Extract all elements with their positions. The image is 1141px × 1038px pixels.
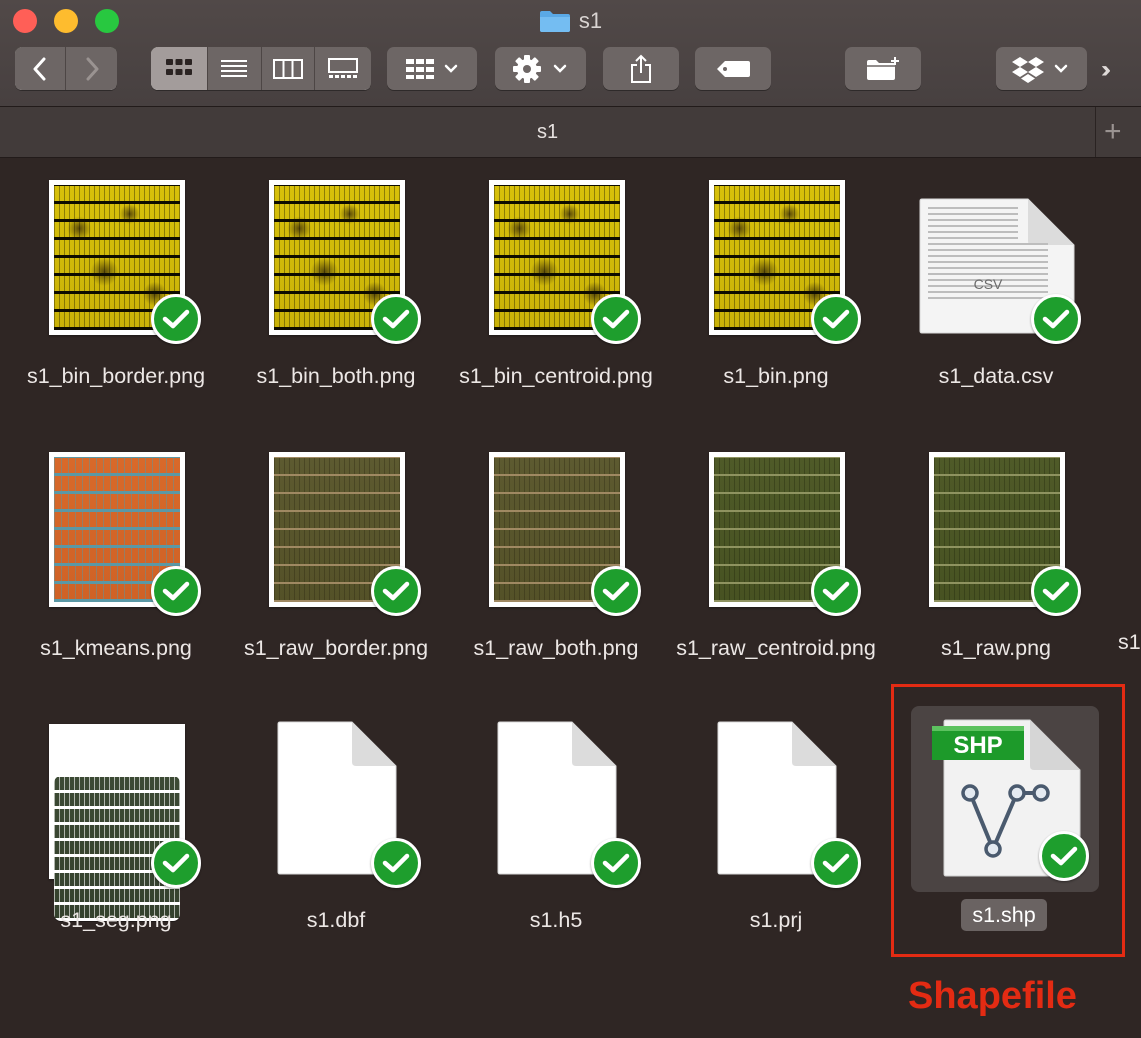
new-folder-icon <box>867 56 899 80</box>
file-item[interactable]: s1_kmeans.png <box>6 452 226 712</box>
sync-check-icon <box>371 838 421 888</box>
annotation-label: Shapefile <box>908 975 1077 1017</box>
file-item[interactable]: s1.h5 <box>446 721 666 984</box>
action-button[interactable] <box>495 47 586 90</box>
sync-check-icon <box>151 294 201 344</box>
sync-check-icon <box>811 566 861 616</box>
csv-badge: CSV <box>974 276 1003 292</box>
file-name: s1_seg.png <box>60 908 172 932</box>
dropbox-icon <box>1011 56 1067 83</box>
grid-view-icon <box>166 58 193 75</box>
tag-icon <box>717 60 750 77</box>
path-bar-divider <box>1095 107 1096 157</box>
path-bar: s1 + <box>0 107 1141 158</box>
file-name: s1_bin.png <box>723 364 829 388</box>
gallery-view-button[interactable] <box>314 47 371 90</box>
forward-button[interactable] <box>66 47 117 90</box>
file-name: s1_raw_border.png <box>243 636 429 660</box>
file-item[interactable]: s1_bin_both.png <box>226 180 446 440</box>
chevron-left-icon <box>33 57 46 80</box>
file-name: s1_data.csv <box>938 364 1054 388</box>
dropbox-button[interactable] <box>996 47 1087 90</box>
sync-check-icon <box>591 566 641 616</box>
file-item[interactable]: s1.prj <box>666 721 886 984</box>
file-name: s1_raw.png <box>941 636 1051 660</box>
new-tab-plus-icon[interactable]: + <box>1104 115 1122 149</box>
file-item[interactable]: s1_seg.png <box>6 724 226 984</box>
sync-check-icon <box>591 838 641 888</box>
gallery-view-icon <box>327 57 358 78</box>
icon-view-button[interactable] <box>151 47 209 90</box>
list-view-button[interactable] <box>208 47 262 90</box>
sync-check-icon <box>811 294 861 344</box>
file-name: s1.dbf <box>306 908 366 932</box>
file-name: s1_bin_centroid.png <box>459 364 653 388</box>
sync-check-icon <box>371 294 421 344</box>
new-folder-button[interactable] <box>845 47 921 90</box>
back-forward-control <box>15 47 117 90</box>
column-view-icon <box>272 58 303 79</box>
group-by-button[interactable] <box>387 47 477 90</box>
file-name: s1_kmeans.png <box>40 636 192 660</box>
share-icon <box>631 54 651 83</box>
file-name: s1_bin_both.png <box>256 364 416 388</box>
sync-check-icon <box>371 566 421 616</box>
double-chevron-right-icon[interactable]: ›› <box>1101 56 1111 84</box>
folder-icon <box>539 11 570 33</box>
back-button[interactable] <box>15 47 66 90</box>
sync-check-icon <box>591 294 641 344</box>
list-view-icon <box>221 59 248 77</box>
sync-check-icon <box>151 838 201 888</box>
file-item[interactable]: s1_bin_centroid.png <box>446 180 666 440</box>
file-item[interactable]: s1_raw.png <box>886 452 1106 712</box>
column-view-button[interactable] <box>261 47 315 90</box>
sync-check-icon <box>1031 294 1081 344</box>
group-grid-icon <box>406 58 458 79</box>
view-mode-control <box>151 47 371 90</box>
file-name: s1.h5 <box>529 908 583 932</box>
file-item[interactable]: s1_raw_border.png <box>226 452 446 712</box>
partial-file-name[interactable]: s1 <box>1118 630 1141 655</box>
sync-check-icon <box>811 838 861 888</box>
file-name: s1_raw_centroid.png <box>676 636 876 660</box>
file-name: s1_raw_both.png <box>473 636 639 660</box>
file-item[interactable]: CSV s1_data.csv <box>886 180 1106 440</box>
file-item[interactable]: s1.dbf <box>226 721 446 984</box>
file-name: s1_bin_border.png <box>26 364 206 388</box>
file-item[interactable]: s1_bin_border.png <box>6 180 226 440</box>
chevron-right-icon <box>86 57 98 80</box>
window-title-text: s1 <box>578 8 603 34</box>
gear-icon <box>512 54 566 83</box>
share-button[interactable] <box>603 47 679 90</box>
file-item[interactable]: s1_bin.png <box>666 180 886 440</box>
file-item[interactable]: s1_raw_both.png <box>446 452 666 712</box>
toolbar: s1 ›› <box>0 0 1141 107</box>
file-item[interactable]: s1_raw_centroid.png <box>666 452 886 712</box>
file-name: s1.prj <box>749 908 803 932</box>
sync-check-icon <box>151 566 201 616</box>
path-bar-label: s1 <box>536 121 559 143</box>
window-title: s1 <box>0 6 1141 35</box>
annotation-highlight-box <box>891 684 1125 957</box>
sync-check-icon <box>1031 566 1081 616</box>
edit-tags-button[interactable] <box>695 47 771 90</box>
